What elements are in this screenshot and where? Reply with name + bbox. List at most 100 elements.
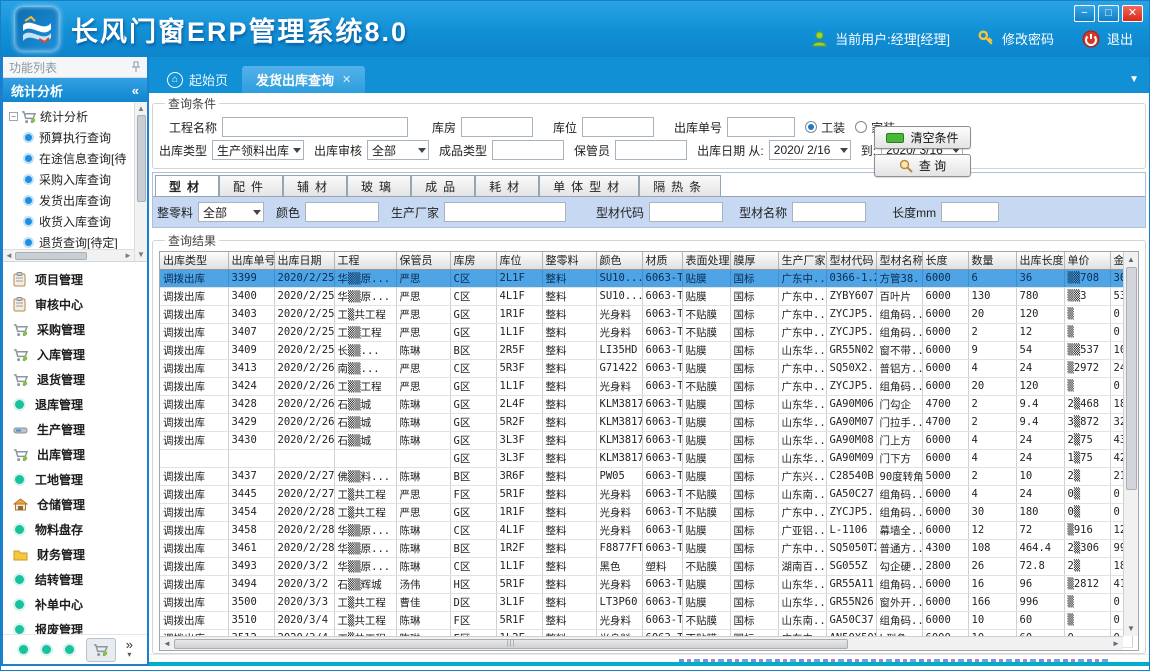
sidebar-item-6[interactable]: 生产管理 <box>13 417 147 442</box>
column-header[interactable]: 库位 <box>496 252 542 269</box>
scrollbar-thumb[interactable] <box>137 115 146 202</box>
product-type-input[interactable] <box>492 140 564 160</box>
outbound-type-select[interactable]: 生产领料出库 <box>212 140 304 160</box>
column-header[interactable]: 出库日期 <box>274 252 334 269</box>
profile-code-input[interactable] <box>649 202 723 222</box>
tab-0[interactable]: ⌂起始页 <box>153 66 242 93</box>
tree-item-4[interactable]: 收货入库查询 <box>9 211 133 232</box>
close-button[interactable]: ✕ <box>1122 5 1143 22</box>
table-row[interactable]: 调拨出库34582020/2/28华▒▒原...陈琳C区4L1F整料光身料606… <box>160 521 1132 539</box>
table-row[interactable]: 调拨出库35002020/3/3工▒共工程曹佳D区3L1F整料LT3P60606… <box>160 593 1132 611</box>
tree-item-3[interactable]: 发货出库查询 <box>9 190 133 211</box>
scrollbar-thumb[interactable] <box>15 252 87 260</box>
table-row[interactable]: 调拨出库34932020/3/2华▒▒原...陈琳C区1L1F整料黑色塑料不贴膜… <box>160 557 1132 575</box>
scroll-down-icon[interactable]: ▼ <box>1127 621 1135 636</box>
column-header[interactable]: 库房 <box>450 252 496 269</box>
scroll-up-icon[interactable]: ▲ <box>1127 252 1135 267</box>
logout-link[interactable]: 退出 <box>1107 29 1133 48</box>
change-password-link[interactable]: 修改密码 <box>1002 29 1054 48</box>
sidebar-item-3[interactable]: 入库管理 <box>13 342 147 367</box>
tree-item-0[interactable]: 预算执行查询 <box>9 127 133 148</box>
sidebar-item-10[interactable]: 物料盘存 <box>13 517 147 542</box>
scroll-right-icon[interactable]: ► <box>1109 639 1123 648</box>
scroll-up-icon[interactable]: ▲ <box>135 102 147 115</box>
search-button[interactable]: 查 询 <box>874 154 971 177</box>
tree-root-statistics[interactable]: −统计分析 <box>9 106 133 127</box>
table-row[interactable]: 调拨出库34372020/2/27佛▒▒料...陈琳B区3R6F整料PW0560… <box>160 467 1132 485</box>
whole-piece-select[interactable]: 全部 <box>198 202 264 222</box>
tree-item-2[interactable]: 采购入库查询 <box>9 169 133 190</box>
column-header[interactable]: 型材代码 <box>826 252 876 269</box>
column-header[interactable]: 颜色 <box>596 252 642 269</box>
scroll-left-icon[interactable]: ◄ <box>160 639 174 648</box>
footer-more-button[interactable]: »▾ <box>126 640 133 660</box>
material-tab-1[interactable]: 配件 <box>219 175 283 196</box>
tree-vertical-scrollbar[interactable]: ▲ ▼ <box>134 102 147 261</box>
column-header[interactable]: 数量 <box>968 252 1016 269</box>
tree-expander-icon[interactable]: − <box>9 112 18 121</box>
footer-dot-button-2[interactable] <box>63 641 76 659</box>
footer-dot-button-1[interactable] <box>40 641 53 659</box>
column-header[interactable]: 型材名称 <box>876 252 922 269</box>
column-header[interactable]: 长度 <box>922 252 968 269</box>
sidebar-group-header[interactable]: 统计分析 « <box>3 78 147 102</box>
material-tab-2[interactable]: 辅材 <box>283 175 347 196</box>
column-header[interactable]: 材质 <box>642 252 682 269</box>
scrollbar-thumb[interactable] <box>1126 267 1137 490</box>
scrollbar-thumb[interactable]: ||| <box>174 639 848 649</box>
radio-工装[interactable]: 工装 <box>805 119 845 136</box>
table-row[interactable]: G区3L3F整料KLM38176063-T5贴膜国标山东华...GA90M09.… <box>160 449 1132 467</box>
sidebar-item-4[interactable]: 退货管理 <box>13 367 147 392</box>
profile-name-input[interactable] <box>792 202 866 222</box>
tab-list-dropdown-icon[interactable]: ▼ <box>1129 74 1139 85</box>
minimize-button[interactable]: − <box>1074 5 1095 22</box>
pin-icon[interactable] <box>131 61 141 73</box>
table-row[interactable]: 调拨出库34002020/2/25华▒▒原...严思C区4L1F整料SU10..… <box>160 287 1132 305</box>
column-header[interactable]: 表面处理 <box>682 252 730 269</box>
tree-item-1[interactable]: 在途信息查询[待 <box>9 148 133 169</box>
footer-dot-button-0[interactable] <box>17 641 30 659</box>
grid-vertical-scrollbar[interactable]: ▲ ▼ <box>1123 252 1138 636</box>
sidebar-item-14[interactable]: 报废管理 <box>13 617 147 634</box>
column-header[interactable]: 整零料 <box>542 252 596 269</box>
manufacturer-input[interactable] <box>444 202 566 222</box>
table-row[interactable]: 调拨出库34032020/2/25工▒共工程严思G区1R1F整料光身料6063-… <box>160 305 1132 323</box>
location-input[interactable] <box>582 117 654 137</box>
audit-select[interactable]: 全部 <box>367 140 429 160</box>
sidebar-item-1[interactable]: 审核中心 <box>13 292 147 317</box>
color-input[interactable] <box>305 202 379 222</box>
sidebar-item-0[interactable]: 项目管理 <box>13 267 147 292</box>
material-tab-3[interactable]: 玻璃 <box>347 175 411 196</box>
column-header[interactable]: 保管员 <box>396 252 450 269</box>
table-row[interactable]: 调拨出库34302020/2/26石▒▒城陈琳G区3L3F整料KLM381760… <box>160 431 1132 449</box>
grid-horizontal-scrollbar[interactable]: ◄ ||| ► <box>160 636 1123 650</box>
collapse-icon[interactable]: « <box>132 83 139 98</box>
column-header[interactable]: 出库类型 <box>160 252 228 269</box>
maximize-button[interactable]: □ <box>1098 5 1119 22</box>
footer-cart-button[interactable] <box>86 638 116 662</box>
sidebar-item-2[interactable]: 采购管理 <box>13 317 147 342</box>
column-header[interactable]: 生产厂家 <box>778 252 826 269</box>
length-input[interactable] <box>941 202 999 222</box>
table-row[interactable]: 调拨出库34292020/2/26石▒▒城陈琳G区5R2F整料KLM381760… <box>160 413 1132 431</box>
order-no-input[interactable] <box>727 117 795 137</box>
column-header[interactable]: 出库长度 <box>1016 252 1064 269</box>
scroll-down-icon[interactable]: ▼ <box>135 248 147 261</box>
table-row[interactable]: 调拨出库35102020/3/4工▒共工程陈琳F区5R1F整料光身料6063-T… <box>160 611 1132 629</box>
table-row[interactable]: 调拨出库34132020/2/26南▒▒...严思C区5R3F整料G714226… <box>160 359 1132 377</box>
table-row[interactable]: 调拨出库34282020/2/26石▒▒城陈琳G区2L4F整料KLM381760… <box>160 395 1132 413</box>
table-row[interactable]: 调拨出库34612020/2/28华▒▒原...陈琳B区1R2F整料F8877F… <box>160 539 1132 557</box>
sidebar-item-13[interactable]: 补单中心 <box>13 592 147 617</box>
material-tab-6[interactable]: 单体型材 <box>539 175 639 196</box>
column-header[interactable]: 单价 <box>1064 252 1110 269</box>
sidebar-item-12[interactable]: 结转管理 <box>13 567 147 592</box>
column-header[interactable]: 工程 <box>334 252 396 269</box>
column-header[interactable]: 膜厚 <box>730 252 778 269</box>
table-row[interactable]: 调拨出库34452020/2/27工▒共工程严思F区5R1F整料光身料6063-… <box>160 485 1132 503</box>
material-tab-5[interactable]: 耗材 <box>475 175 539 196</box>
warehouse-input[interactable] <box>461 117 533 137</box>
material-tab-7[interactable]: 隔热条 <box>639 175 721 196</box>
sidebar-item-9[interactable]: 仓储管理 <box>13 492 147 517</box>
table-row[interactable]: 调拨出库34092020/2/25长▒▒...陈琳B区2R5F整料LI35HD6… <box>160 341 1132 359</box>
tree-horizontal-scrollbar[interactable]: ◄ ► <box>3 249 134 261</box>
